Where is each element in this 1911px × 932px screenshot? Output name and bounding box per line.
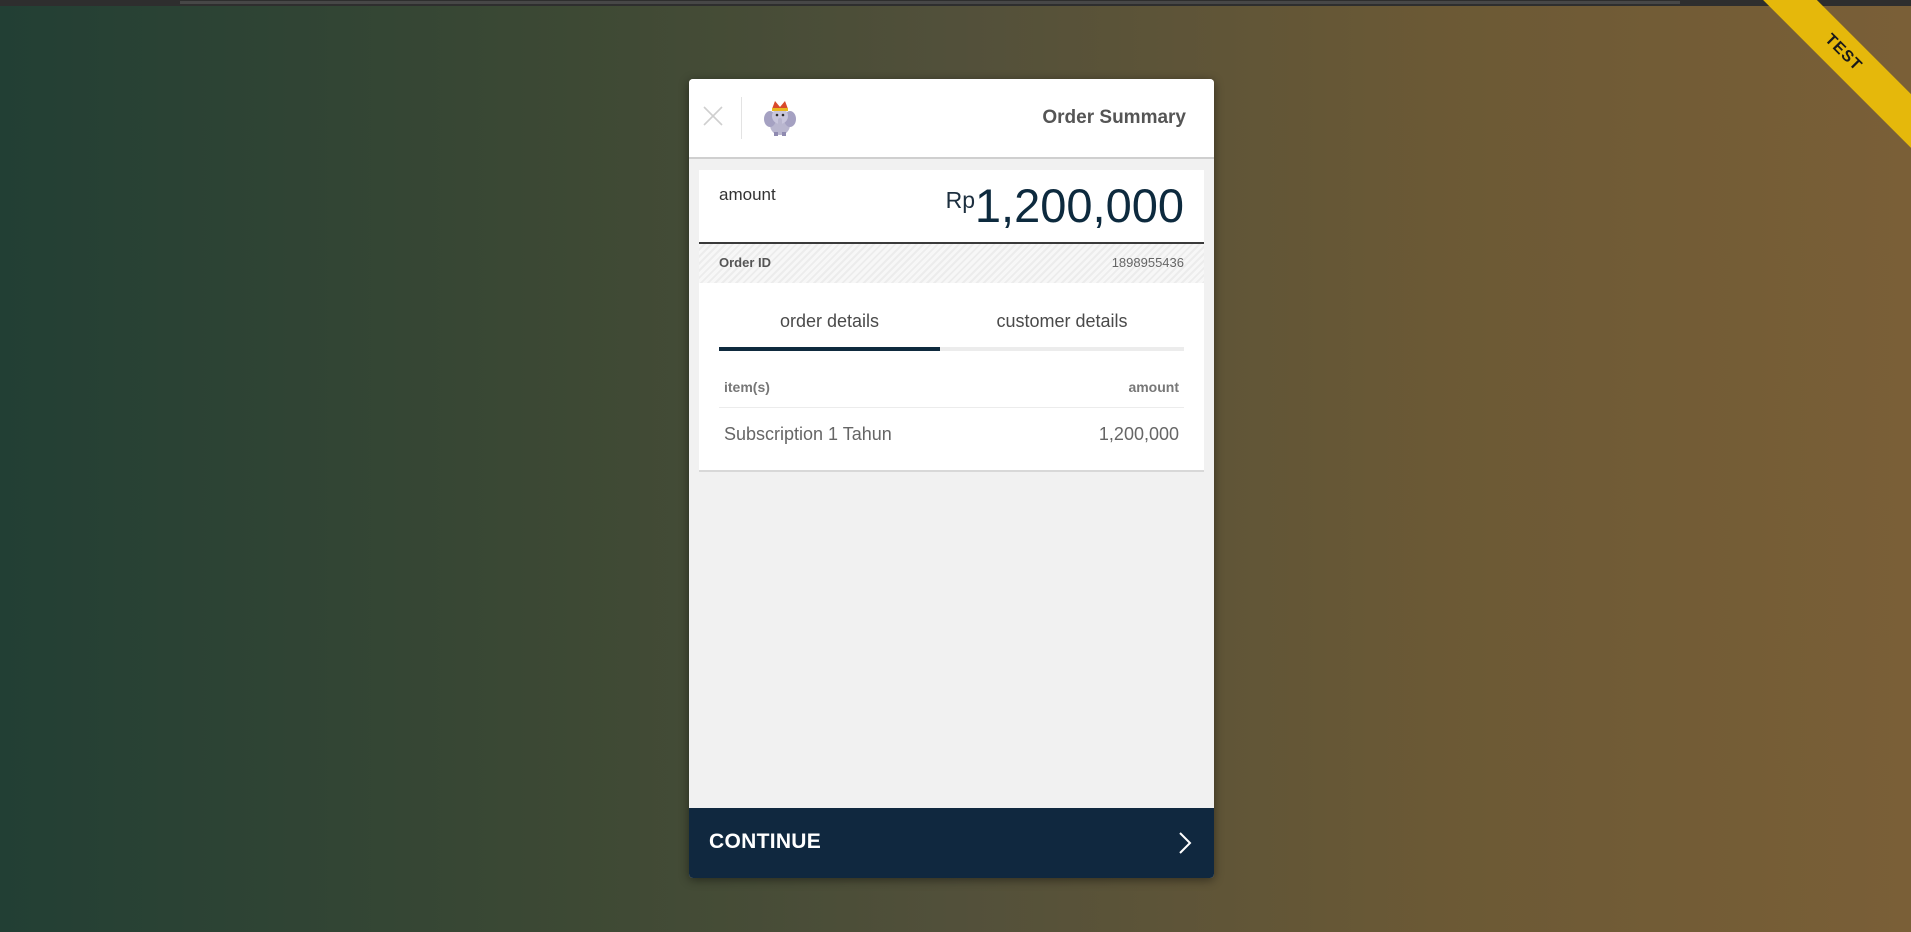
tab-customer-details[interactable]: customer details — [940, 294, 1184, 347]
item-name: Subscription 1 Tahun — [724, 424, 892, 444]
close-icon — [703, 106, 723, 126]
page-title: Order Summary — [1042, 107, 1186, 128]
continue-button[interactable]: CONTINUE — [689, 808, 1214, 878]
tab-active-indicator — [719, 347, 940, 351]
browser-top-bar — [0, 0, 1911, 6]
amount-label: amount — [719, 185, 776, 204]
tab-order-details[interactable]: order details — [719, 294, 940, 347]
chevron-right-icon — [1179, 832, 1192, 854]
table-row: Subscription 1 Tahun 1,200,000 — [719, 408, 1184, 464]
column-header-item: item(s) — [724, 379, 770, 395]
amount-value: 1,200,000 — [974, 179, 1184, 232]
order-summary-popup: Order Summary amount Rp 1,200,000 Order … — [689, 79, 1214, 878]
browser-top-bar-inner — [180, 1, 1680, 4]
table-header-row: item(s) amount — [719, 368, 1184, 408]
test-ribbon: TEST — [1741, 0, 1911, 170]
header-divider — [741, 97, 742, 139]
item-amount: 1,200,000 — [1098, 424, 1179, 444]
order-id-label: Order ID — [719, 255, 772, 270]
continue-label: CONTINUE — [709, 830, 822, 853]
order-id-row: Order ID 1898955436 — [699, 244, 1204, 283]
elephant-logo-icon — [764, 101, 796, 136]
close-button[interactable] — [701, 104, 725, 128]
currency-label: Rp — [945, 187, 975, 213]
order-id-value: 1898955436 — [1111, 255, 1184, 270]
merchant-logo — [763, 99, 797, 137]
items-table: item(s) amount Subscription 1 Tahun 1,20… — [719, 368, 1184, 464]
popup-header: Order Summary — [689, 79, 1214, 159]
details-tabs: order details customer details — [719, 294, 1184, 351]
amount-row: amount Rp 1,200,000 — [699, 170, 1204, 244]
test-ribbon-label: TEST — [1744, 0, 1911, 152]
column-header-amount: amount — [1128, 379, 1179, 395]
details-card: order details customer details item(s) a… — [699, 294, 1204, 472]
